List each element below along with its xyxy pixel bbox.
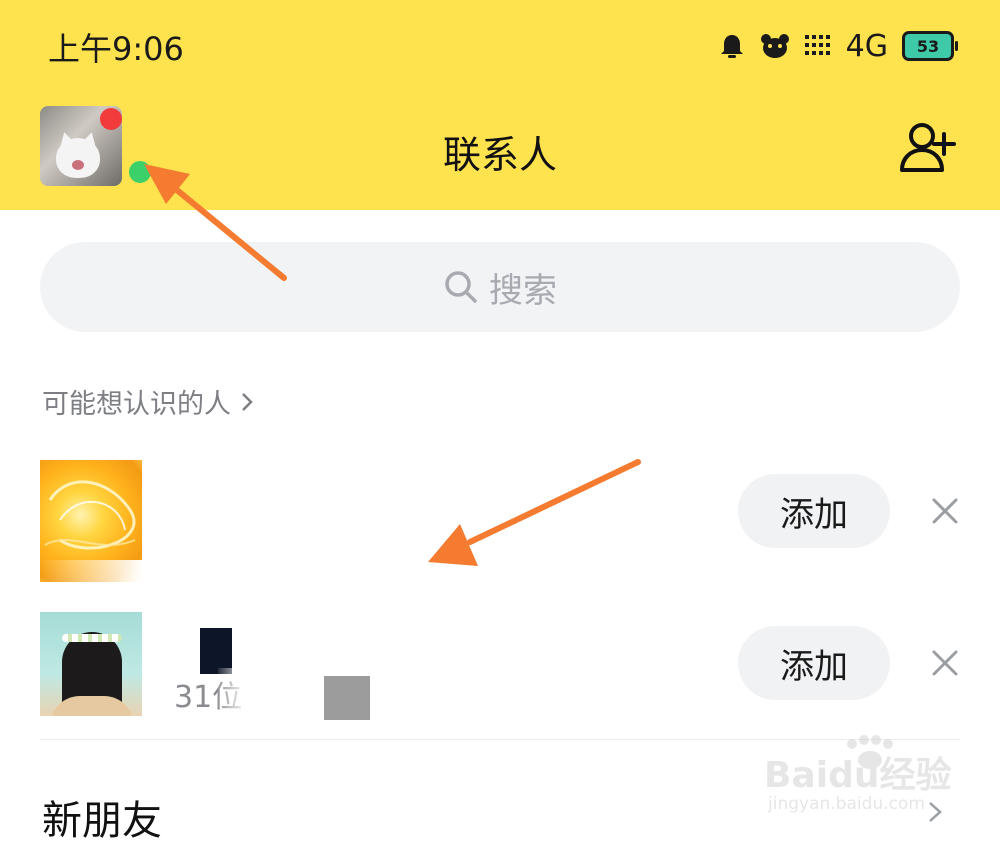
battery-icon: 53 bbox=[902, 31, 958, 61]
add-contact-button[interactable]: 添加 bbox=[738, 474, 890, 548]
bear-app-icon bbox=[760, 34, 789, 58]
network-type: 4G bbox=[845, 28, 888, 64]
chevron-right-icon bbox=[242, 392, 253, 411]
status-icons: 4G 53 bbox=[718, 26, 958, 66]
search-placeholder: 搜索 bbox=[489, 270, 557, 311]
annotation-arrow bbox=[428, 459, 641, 566]
close-icon[interactable] bbox=[930, 648, 960, 678]
add-contact-button[interactable]: 添加 bbox=[738, 626, 890, 700]
suggestions-title: 可能想认识的人 bbox=[42, 389, 231, 420]
search-icon bbox=[445, 271, 477, 303]
watermark: Baidu经验 jingyan.baidu.com bbox=[764, 735, 954, 818]
new-friends-label[interactable]: 新朋友 bbox=[42, 788, 162, 846]
close-icon[interactable] bbox=[930, 496, 960, 526]
avatar-flower-crown bbox=[62, 634, 122, 642]
add-friend-icon[interactable] bbox=[898, 118, 958, 178]
redacted-block bbox=[324, 676, 370, 720]
watermark-url: jingyan.baidu.com bbox=[768, 794, 925, 814]
avatar-fade bbox=[40, 560, 142, 582]
suggestions-header[interactable]: 可能想认识的人 bbox=[42, 382, 255, 421]
signal-icon bbox=[804, 35, 830, 55]
suggested-contact-avatar[interactable] bbox=[40, 460, 142, 582]
watermark-brand: Baidu经验 bbox=[764, 755, 952, 796]
page-title: 联系人 bbox=[442, 133, 557, 177]
battery-level: 53 bbox=[916, 36, 940, 56]
suggested-contact-avatar[interactable] bbox=[40, 612, 142, 716]
redacted-fade bbox=[218, 668, 248, 708]
search-input[interactable]: 搜索 bbox=[40, 242, 960, 332]
status-time: 上午9:06 bbox=[48, 30, 184, 68]
alarm-icon bbox=[720, 35, 743, 58]
